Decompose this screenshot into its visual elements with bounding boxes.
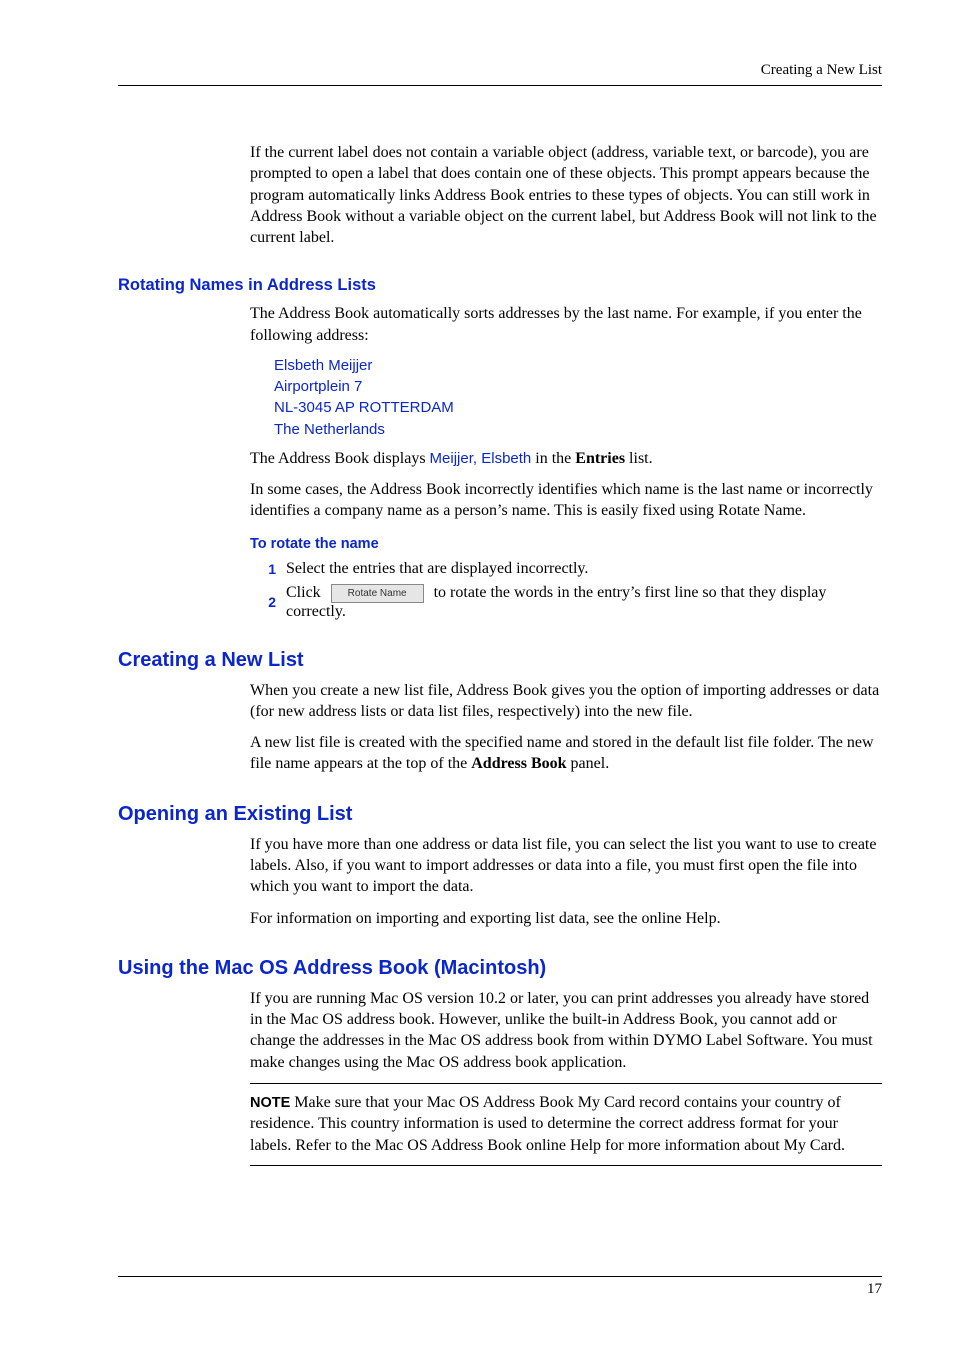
step-1-text: Select the entries that are displayed in… [286, 560, 588, 578]
rotating-p2: The Address Book displays Meijjer, Elsbe… [250, 448, 882, 469]
example-address: Elsbeth Meijjer Airportplein 7 NL-3045 A… [274, 356, 882, 440]
sorted-name-example: Meijjer, Elsbeth [430, 450, 532, 467]
note-block: NOTE Make sure that your Mac OS Address … [250, 1083, 882, 1166]
txt: panel. [567, 755, 610, 772]
open-p2: For information on importing and exporti… [250, 908, 882, 929]
addr-line-1: Elsbeth Meijjer [274, 356, 882, 376]
entries-label: Entries [575, 450, 625, 467]
rotating-p1: The Address Book automatically sorts add… [250, 303, 882, 346]
page-number: 17 [118, 1281, 882, 1298]
txt: in the [531, 450, 575, 467]
heading-macos-address-book: Using the Mac OS Address Book (Macintosh… [118, 957, 882, 980]
step-number: 2 [250, 594, 276, 610]
header-rule [118, 85, 882, 86]
rotate-name-button[interactable]: Rotate Name [331, 584, 424, 603]
running-header: Creating a New List [118, 62, 882, 79]
txt: list. [625, 450, 653, 467]
note-body: Make sure that your Mac OS Address Book … [250, 1094, 845, 1154]
heading-creating-new-list: Creating a New List [118, 649, 882, 672]
step-2: 2 Click Rotate Name to rotate the words … [250, 584, 882, 621]
intro-paragraph: If the current label does not contain a … [250, 142, 882, 248]
txt: Click [286, 584, 325, 601]
note-label: NOTE [250, 1095, 290, 1111]
address-book-label: Address Book [471, 755, 566, 772]
footer-rule [118, 1276, 882, 1277]
create-p2: A new list file is created with the spec… [250, 732, 882, 775]
step-number: 1 [250, 561, 276, 577]
addr-line-2: Airportplein 7 [274, 377, 882, 397]
addr-line-3: NL-3045 AP ROTTERDAM [274, 398, 882, 418]
rotating-p3: In some cases, the Address Book incorrec… [250, 479, 882, 522]
heading-opening-existing-list: Opening an Existing List [118, 803, 882, 826]
procedure-title: To rotate the name [250, 536, 882, 552]
open-p1: If you have more than one address or dat… [250, 834, 882, 898]
step-1: 1 Select the entries that are displayed … [250, 560, 882, 578]
step-2-text: Click Rotate Name to rotate the words in… [286, 584, 882, 621]
txt: The Address Book displays [250, 450, 430, 467]
macos-p1: If you are running Mac OS version 10.2 o… [250, 988, 882, 1073]
create-p1: When you create a new list file, Address… [250, 680, 882, 723]
heading-rotating-names: Rotating Names in Address Lists [118, 276, 882, 295]
addr-line-4: The Netherlands [274, 420, 882, 440]
